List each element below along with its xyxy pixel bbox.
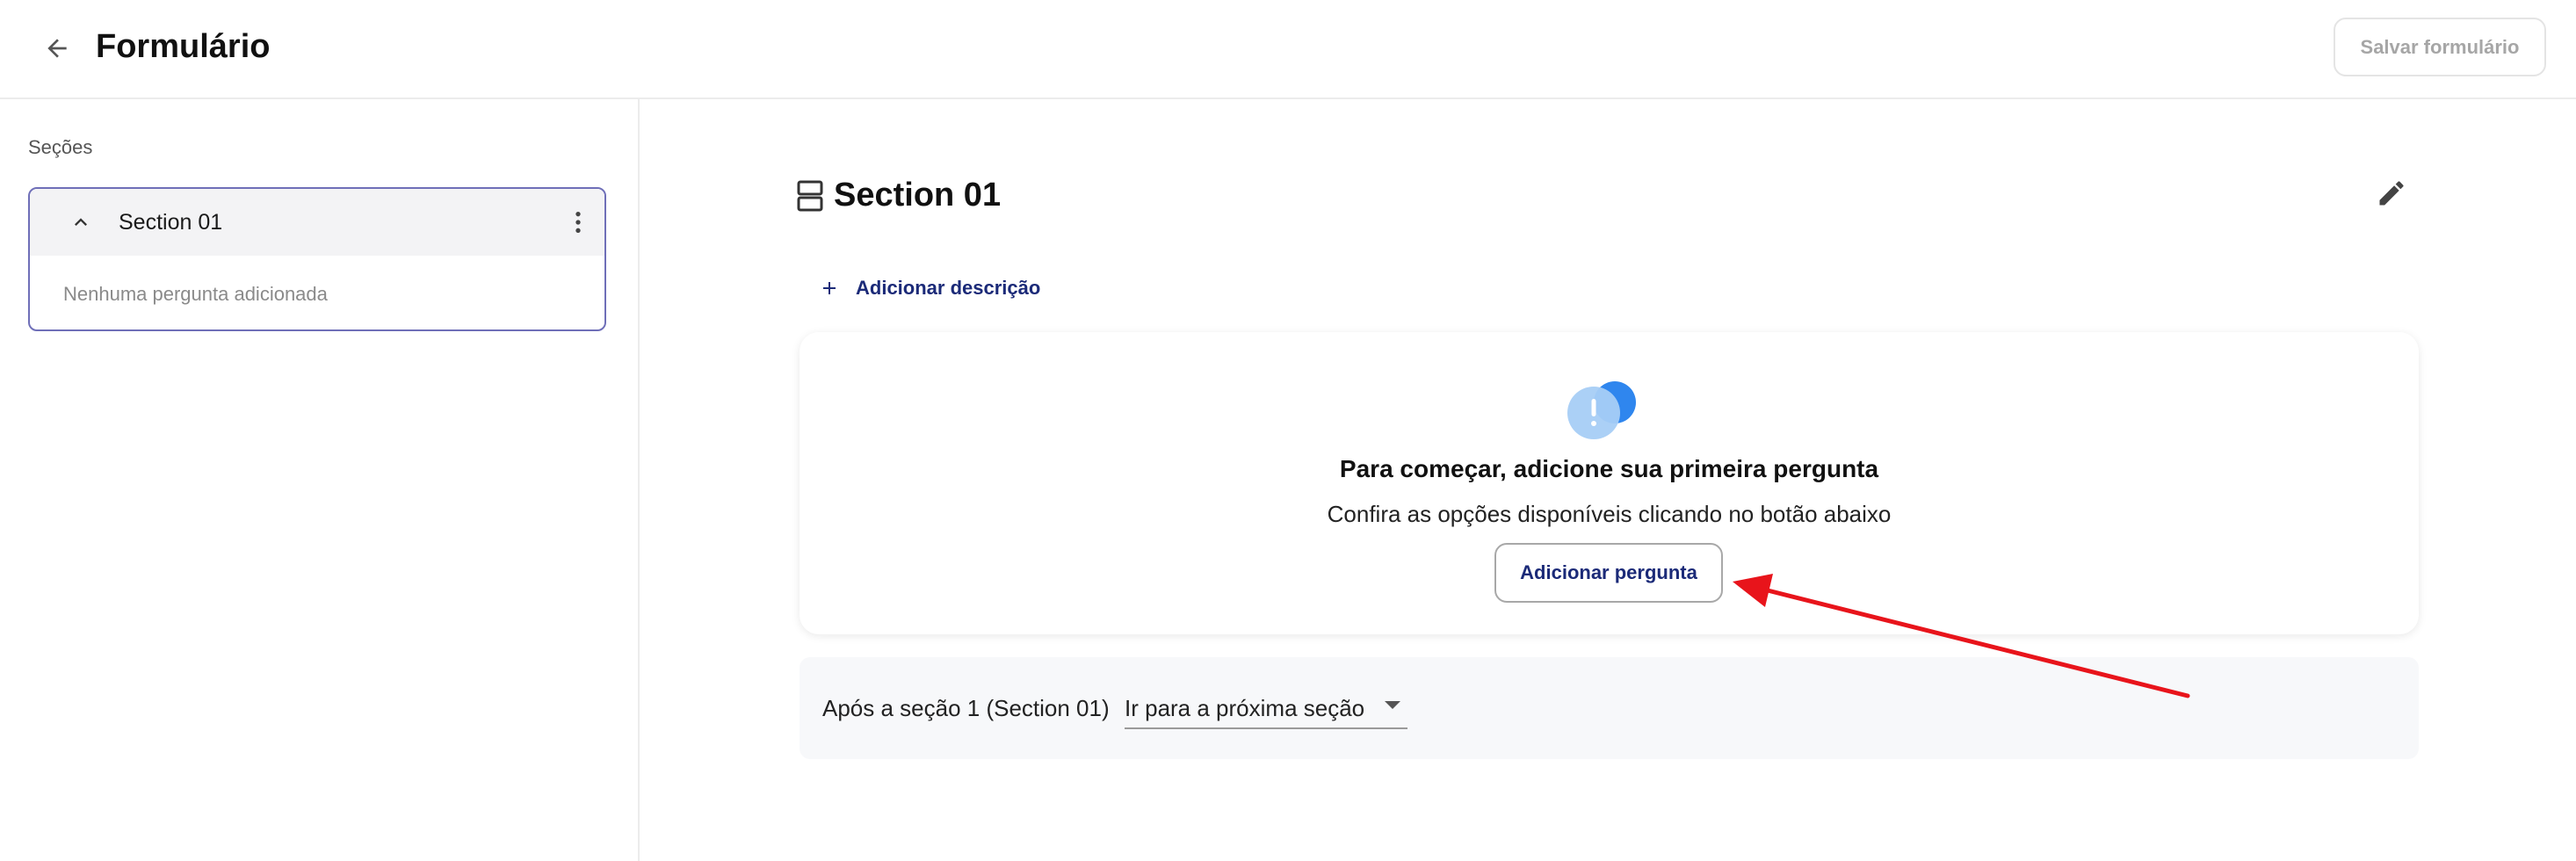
- sidebar-section-empty-text: Nenhuma pergunta adicionada: [63, 283, 328, 305]
- sections-sidebar: Seções Section 01 Nenhuma pergunta adici…: [0, 99, 640, 861]
- page-title: Formulário: [96, 28, 271, 65]
- arrow-left-icon: [47, 39, 67, 58]
- next-section-select[interactable]: Ir para a próxima seção: [1125, 687, 1407, 729]
- annotation-arrow-icon: [1733, 574, 2190, 698]
- dropdown-arrow-icon: [1385, 701, 1400, 709]
- edit-section-button[interactable]: [2372, 174, 2411, 213]
- pencil-icon: [2379, 181, 2404, 206]
- empty-state-title: Para começar, adicione sua primeira perg…: [1339, 455, 1879, 482]
- more-vert-icon[interactable]: [561, 205, 596, 240]
- sidebar-section-header[interactable]: Section 01: [30, 189, 604, 256]
- empty-state-subtitle: Confira as opções disponíveis clicando n…: [1327, 501, 1892, 527]
- add-description-label: Adicionar descrição: [856, 277, 1041, 299]
- section-layout-icon: [797, 180, 823, 212]
- app-header: Formulário Salvar formulário: [0, 0, 2576, 99]
- chevron-up-icon[interactable]: [65, 206, 97, 238]
- add-question-button[interactable]: Adicionar pergunta: [1494, 543, 1723, 603]
- sidebar-heading: Seções: [28, 136, 93, 158]
- add-description-button[interactable]: Adicionar descrição: [817, 272, 1040, 304]
- plus-icon: [817, 276, 842, 300]
- section-title: Section 01: [834, 177, 1002, 213]
- sidebar-section-title: Section 01: [119, 210, 223, 235]
- back-button[interactable]: [35, 26, 79, 70]
- next-section-select-value: Ir para a próxima seção: [1125, 695, 1365, 721]
- after-section-label: Após a seção 1 (Section 01): [822, 695, 1110, 721]
- save-form-button[interactable]: Salvar formulário: [2334, 18, 2546, 76]
- alert-icon: [1567, 381, 1636, 439]
- sidebar-section-card[interactable]: Section 01 Nenhuma pergunta adicionada: [28, 187, 606, 331]
